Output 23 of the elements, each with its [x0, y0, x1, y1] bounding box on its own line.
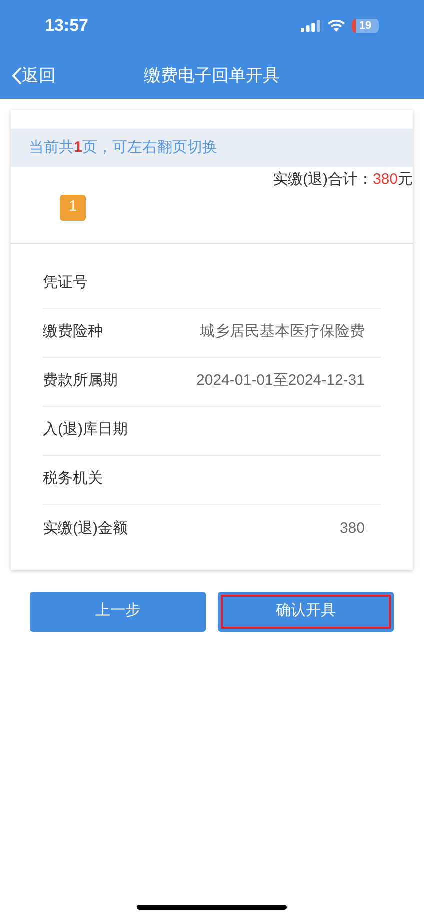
field-label: 入(退)库日期 [43, 420, 128, 440]
signal-icon [301, 20, 321, 32]
page-notice: 当前共1页，可左右翻页切换 [29, 138, 218, 158]
field-value: 城乡居民基本医疗保险费 [200, 322, 365, 342]
wifi-icon [328, 20, 345, 32]
back-button[interactable]: 返回 [0, 62, 56, 88]
page-title: 缴费电子回单开具 [144, 64, 280, 87]
field-label: 缴费险种 [43, 322, 103, 342]
step-button[interactable]: 确认开具 [218, 592, 394, 632]
total-unit: 元 [398, 170, 413, 190]
back-chevron-icon [12, 66, 22, 84]
page-badge[interactable]: 1 [60, 194, 86, 220]
field-label: 费款所属期 [43, 371, 118, 392]
field-value: 380 [340, 518, 365, 539]
field-label: 凭证号 [43, 273, 88, 294]
total-label: 实缴(退)合计： [272, 170, 373, 190]
battery-icon: 19 [352, 19, 379, 33]
field-label: 税务机关 [43, 469, 103, 490]
total-amount: 380 [372, 170, 398, 190]
field-label: 实缴(退)金额 [43, 518, 128, 539]
step-button[interactable]: 上一步 [30, 592, 206, 632]
field-value: 2024-01-01至2024-12-31 [196, 371, 365, 392]
status-time: 13:57 [45, 15, 88, 38]
